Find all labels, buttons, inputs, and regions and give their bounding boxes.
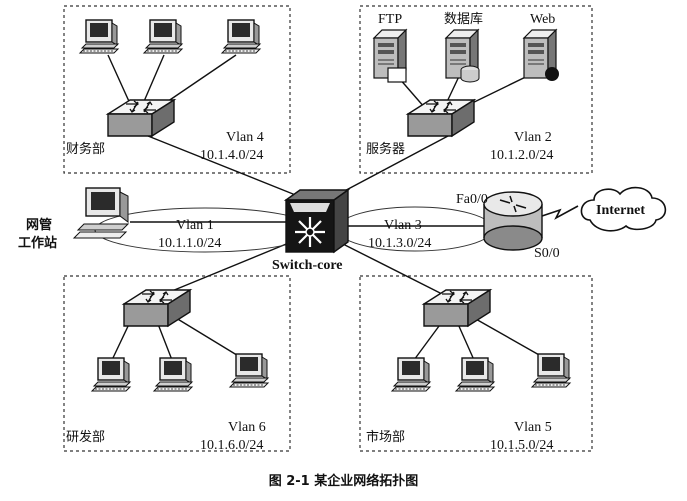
web-label: Web [530, 12, 556, 27]
network-topology-diagram: 财务部 Vlan 4 10.1.4.0/24 FTP 数据库 Web 服务器 V… [0, 0, 687, 497]
finance-pc-1-icon [79, 19, 119, 54]
finance-vlan: Vlan 4 [226, 130, 264, 145]
market-pc-2-icon [455, 357, 495, 392]
vlan1-label: Vlan 1 [176, 218, 214, 233]
ftp-label: FTP [378, 12, 403, 27]
market-switch-icon [423, 289, 491, 327]
rnd-name: 研发部 [66, 430, 106, 445]
serial-link-icon [541, 205, 579, 220]
market-pc-1-icon [391, 357, 431, 392]
finance-switch-icon [107, 99, 175, 137]
mgmt-workstation-icon [72, 187, 130, 239]
internet-label: Internet [596, 203, 645, 218]
mgmt-label-line2: 工作站 [18, 236, 58, 251]
router-port-fa: Fa0/0 [456, 192, 488, 207]
servers-vlan: Vlan 2 [514, 130, 552, 145]
router-port-serial: S0/0 [534, 246, 560, 261]
market-vlan: Vlan 5 [514, 420, 552, 435]
market-name: 市场部 [366, 430, 406, 445]
rnd-pc-2-icon [153, 357, 193, 392]
market-pc-3-icon [531, 353, 571, 388]
finance-subnet: 10.1.4.0/24 [200, 148, 264, 163]
finance-pc-3-icon [221, 19, 261, 54]
rnd-pc-3-icon [229, 353, 269, 388]
core-switch-icon [283, 188, 351, 254]
market-subnet: 10.1.5.0/24 [490, 438, 554, 453]
rnd-subnet: 10.1.6.0/24 [200, 438, 264, 453]
core-switch-label: Switch-core [272, 258, 343, 273]
rnd-pc-1-icon [91, 357, 131, 392]
vlan1-subnet: 10.1.1.0/24 [158, 236, 222, 251]
vlan3-subnet: 10.1.3.0/24 [368, 236, 432, 251]
ftp-doc-icon [387, 67, 407, 83]
finance-pc-2-icon [143, 19, 183, 54]
server-switch-icon [407, 99, 475, 137]
vlan3-label: Vlan 3 [384, 218, 422, 233]
router-icon [483, 191, 543, 251]
rnd-vlan: Vlan 6 [228, 420, 266, 435]
servers-subnet: 10.1.2.0/24 [490, 148, 554, 163]
figure-caption: 图 2-1 某企业网络拓扑图 [268, 474, 419, 489]
globe-icon [545, 67, 559, 81]
servers-name: 服务器 [366, 142, 406, 157]
mgmt-label-line1: 网管 [26, 218, 53, 233]
topology-drawing [63, 5, 667, 452]
finance-name: 财务部 [66, 142, 106, 157]
db-label: 数据库 [444, 12, 484, 27]
